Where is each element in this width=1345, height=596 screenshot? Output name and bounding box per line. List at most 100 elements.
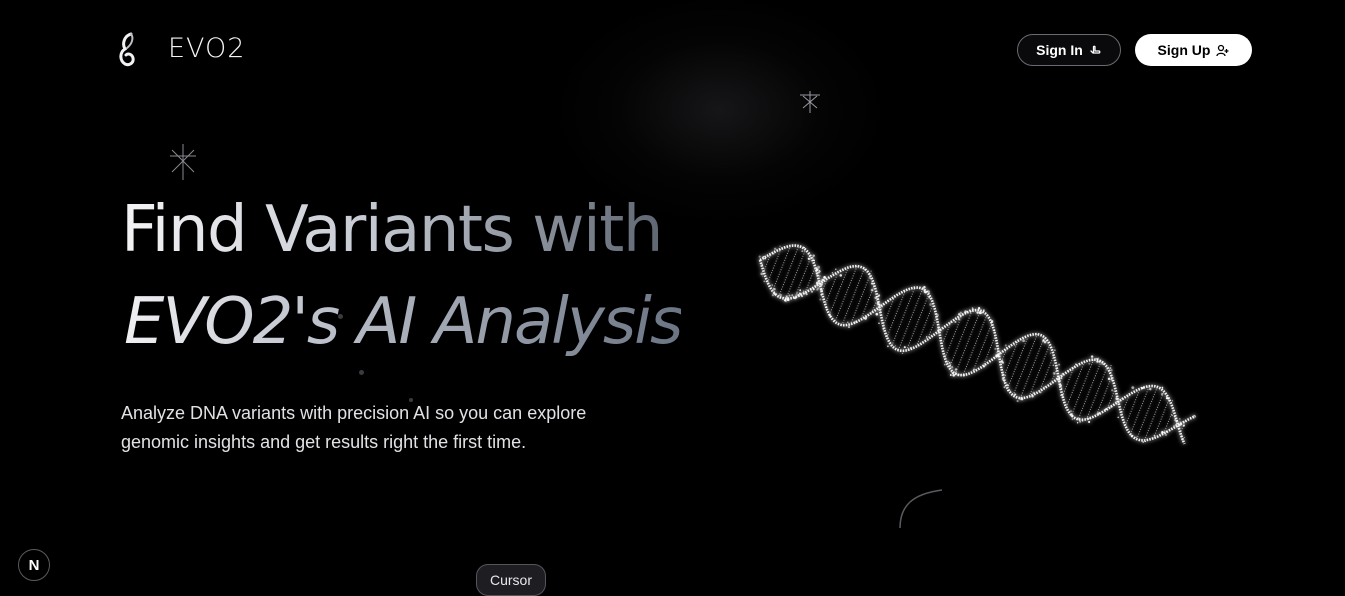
dna-particle bbox=[1193, 417, 1195, 419]
cursor-tooltip: Cursor bbox=[476, 564, 546, 596]
dna-particle bbox=[924, 291, 927, 294]
dna-particle bbox=[763, 280, 766, 283]
dna-particle bbox=[1130, 434, 1133, 438]
dna-particle bbox=[818, 280, 820, 282]
dna-particle bbox=[957, 318, 961, 321]
next-badge[interactable]: N bbox=[18, 549, 50, 581]
dna-particle bbox=[762, 256, 765, 258]
dna-particle bbox=[1096, 360, 1099, 363]
dna-particle bbox=[1110, 378, 1113, 381]
dna-particle bbox=[1167, 397, 1170, 400]
dna-particle bbox=[1053, 346, 1055, 348]
dna-particle bbox=[1179, 421, 1182, 424]
dna-particle bbox=[818, 271, 820, 274]
dna-particle bbox=[870, 270, 872, 272]
dna-particle bbox=[815, 281, 819, 285]
dna-particle bbox=[1062, 395, 1064, 397]
dna-particle bbox=[982, 365, 986, 368]
decor-arc bbox=[899, 489, 943, 529]
dna-particle bbox=[868, 273, 871, 276]
dna-particle bbox=[758, 255, 761, 258]
dna-particle bbox=[894, 345, 897, 347]
dna-particle bbox=[1171, 400, 1174, 402]
sign-up-button[interactable]: Sign Up bbox=[1135, 34, 1252, 66]
dna-particle bbox=[927, 290, 930, 293]
dna-particle bbox=[1022, 339, 1025, 343]
dna-particle bbox=[943, 363, 946, 366]
dna-rung bbox=[886, 290, 906, 338]
dna-particle bbox=[980, 312, 982, 315]
dna-particle bbox=[959, 374, 961, 376]
dna-particle bbox=[1181, 438, 1184, 441]
dna-particle bbox=[831, 272, 834, 274]
dna-particle bbox=[1156, 387, 1158, 389]
dna-particle bbox=[1110, 365, 1112, 367]
dna-rung bbox=[1136, 386, 1158, 440]
dna-particle bbox=[820, 288, 823, 292]
dna-particle bbox=[1153, 434, 1156, 437]
dna-particle bbox=[983, 309, 985, 311]
dna-particle bbox=[869, 277, 871, 279]
dna-particle bbox=[783, 299, 787, 302]
dna-particle bbox=[823, 276, 826, 279]
sign-in-button[interactable]: Sign In bbox=[1017, 34, 1121, 66]
dna-particle bbox=[1043, 386, 1046, 388]
dna-particle bbox=[762, 275, 764, 277]
dna-particle bbox=[948, 361, 951, 364]
dna-particle bbox=[870, 288, 874, 292]
dna-rung bbox=[972, 323, 993, 373]
dna-particle bbox=[909, 346, 912, 349]
dna-rung bbox=[1124, 388, 1141, 426]
hero-subtitle: Analyze DNA variants with precision AI s… bbox=[121, 399, 641, 457]
sign-up-label: Sign Up bbox=[1157, 42, 1211, 58]
dna-particle bbox=[1131, 386, 1135, 389]
dna-particle bbox=[873, 285, 876, 288]
logo-link[interactable] bbox=[116, 30, 140, 68]
dna-particle bbox=[1004, 374, 1007, 377]
dna-particle bbox=[839, 274, 843, 277]
dna-particle bbox=[1165, 430, 1168, 433]
dna-particle bbox=[1016, 400, 1019, 403]
dna-particle bbox=[1096, 357, 1099, 361]
evo2-logo-icon bbox=[119, 32, 135, 67]
dna-particle bbox=[1107, 377, 1111, 381]
dna-particle bbox=[1173, 415, 1176, 418]
decor-dot bbox=[338, 314, 343, 319]
dna-particle bbox=[959, 311, 962, 314]
dna-particle bbox=[801, 250, 804, 253]
dna-particle bbox=[864, 318, 867, 320]
dna-particle bbox=[788, 294, 791, 297]
dna-particle bbox=[821, 278, 825, 282]
dna-particle bbox=[1088, 362, 1091, 365]
dna-particle bbox=[1007, 389, 1009, 392]
dna-particle bbox=[1057, 378, 1061, 381]
sparkle-icon bbox=[800, 91, 820, 113]
dna-rung bbox=[1086, 367, 1108, 420]
dna-particle bbox=[769, 254, 772, 257]
user-plus-icon bbox=[1216, 44, 1229, 57]
dna-particle bbox=[1003, 386, 1006, 389]
dna-particle bbox=[951, 372, 954, 375]
dna-particle bbox=[1159, 388, 1161, 390]
dna-particle bbox=[1098, 360, 1101, 363]
dna-particle bbox=[799, 289, 802, 292]
dna-particle bbox=[901, 352, 904, 355]
dna-rung bbox=[941, 321, 952, 346]
dna-particle bbox=[794, 296, 797, 300]
dna-particle bbox=[993, 330, 996, 332]
dna-particle bbox=[1164, 433, 1168, 437]
dna-particle bbox=[804, 292, 807, 295]
dna-rung bbox=[1065, 361, 1085, 408]
hand-pointer-icon bbox=[1089, 44, 1102, 57]
dna-particle bbox=[1039, 391, 1042, 394]
dna-particle bbox=[874, 296, 877, 300]
dna-particle bbox=[1097, 412, 1100, 415]
dna-particle bbox=[1108, 370, 1110, 372]
brand-name: EVO2 bbox=[168, 33, 246, 64]
dna-particle bbox=[1109, 372, 1111, 374]
dna-particle bbox=[1192, 414, 1196, 418]
dna-particle bbox=[1071, 418, 1074, 421]
dna-particle bbox=[1179, 418, 1181, 420]
dna-particle bbox=[977, 306, 981, 310]
dna-particle bbox=[783, 296, 785, 298]
